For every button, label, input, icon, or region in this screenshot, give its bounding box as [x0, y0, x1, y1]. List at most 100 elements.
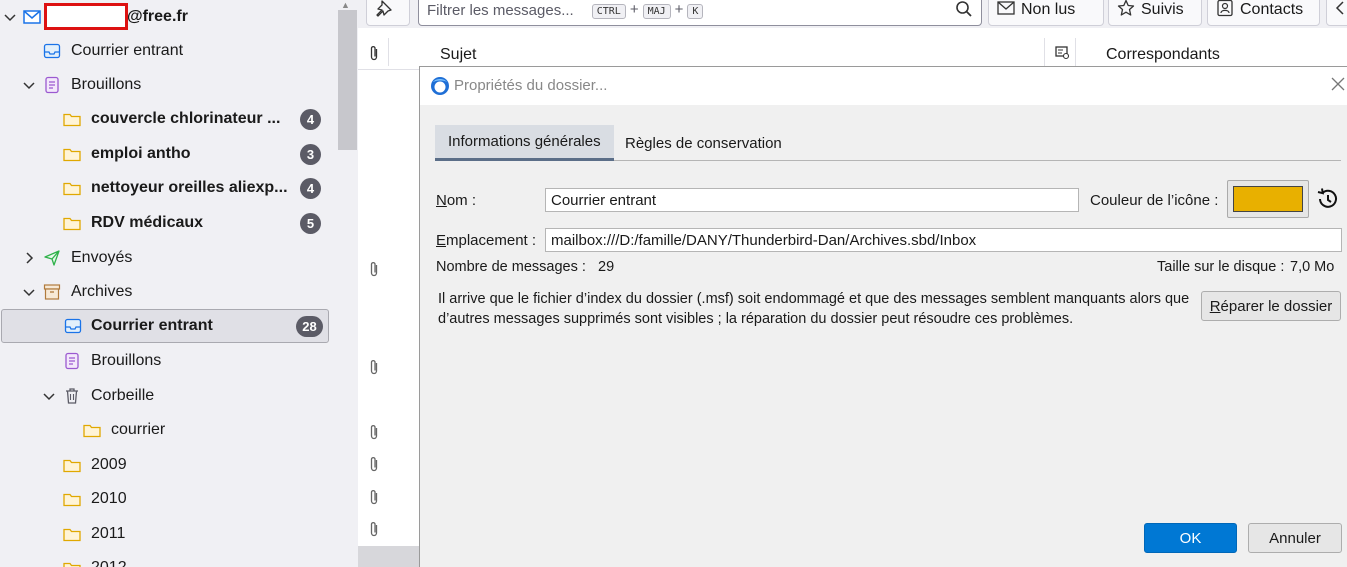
message-count-label: Nombre de messages : [436, 259, 586, 275]
folder-couvercle[interactable]: couvercle chlorinateur ... 4 [0, 102, 336, 136]
folder-icon [62, 213, 82, 233]
scroll-up-arrow-icon[interactable]: ▲ [341, 0, 353, 10]
unread-count-badge: 3 [300, 143, 321, 165]
cancel-button[interactable]: Annuler [1248, 523, 1342, 553]
redaction-box [44, 3, 128, 30]
chevron-down-icon[interactable] [2, 9, 18, 25]
shortcut-hint: CTRL + MAJ + K [588, 1, 708, 19]
read-status-column-icon[interactable] [1054, 44, 1070, 64]
disk-size-value: 7,0 Mo [1290, 259, 1335, 275]
folder-icon [62, 144, 82, 164]
folder-label: emploi antho [91, 145, 191, 162]
folder-label: 2009 [91, 456, 127, 473]
inbox-icon [63, 316, 83, 336]
icon-color-swatch [1233, 186, 1303, 212]
drafts-icon [42, 75, 62, 95]
unread-count-badge: 4 [300, 108, 321, 130]
folder-icon [82, 420, 102, 440]
column-separator[interactable] [388, 38, 389, 66]
folder-archives-inbox[interactable]: Courrier entrant 28 [1, 309, 329, 343]
folder-trash[interactable]: Corbeille [0, 379, 336, 413]
archive-icon [42, 282, 62, 302]
close-icon[interactable] [1328, 73, 1347, 97]
scrollbar-thumb[interactable] [338, 10, 357, 150]
trash-icon [62, 386, 82, 406]
attachment-column-icon[interactable] [368, 44, 380, 66]
folder-icon [62, 455, 82, 475]
ok-button[interactable]: OK [1144, 523, 1237, 553]
folder-drafts[interactable]: Brouillons [0, 68, 336, 102]
filter-starred-label: Suivis [1141, 1, 1184, 18]
folder-label: Corbeille [91, 387, 155, 404]
search-icon [955, 0, 973, 22]
folder-label: RDV médicaux [91, 214, 204, 231]
star-icon [1117, 0, 1135, 22]
pin-button[interactable] [366, 0, 410, 26]
horizontal-scrollbar[interactable] [358, 546, 420, 567]
chevron-left-icon [1335, 0, 1345, 20]
folder-label: couvercle chlorinateur ... [91, 110, 281, 127]
repair-folder-button[interactable]: Réparer le dossier [1201, 291, 1341, 321]
folder-label: 2012 [91, 559, 127, 567]
folder-rdv[interactable]: RDV médicaux 5 [0, 206, 336, 240]
folder-icon [62, 109, 82, 129]
folder-courrier[interactable]: courrier [0, 413, 336, 447]
tab-retention-policy[interactable]: Règles de conservation [612, 125, 795, 161]
filter-contacts-button[interactable]: Contacts [1207, 0, 1320, 26]
folder-label: Courrier entrant [71, 42, 184, 59]
icon-color-label: Couleur de l’icône : [1090, 192, 1219, 209]
filter-more-button[interactable] [1326, 0, 1347, 26]
chevron-down-icon[interactable] [21, 284, 37, 300]
column-correspondents[interactable]: Correspondants [1106, 46, 1220, 64]
chevron-right-icon[interactable] [21, 250, 37, 266]
filter-starred-button[interactable]: Suivis [1108, 0, 1202, 26]
kbd-ctrl: CTRL [591, 4, 626, 19]
folder-inbox[interactable]: Courrier entrant [0, 34, 336, 68]
icon-color-button[interactable] [1227, 180, 1309, 218]
folder-sent[interactable]: Envoyés [0, 241, 336, 275]
name-label: Nom : [436, 192, 477, 209]
folder-archives-drafts[interactable]: Brouillons [0, 344, 336, 378]
folder-label: nettoyeur oreilles aliexp... [91, 179, 288, 196]
column-separator[interactable] [1044, 38, 1045, 66]
chevron-down-icon[interactable] [21, 77, 37, 93]
folder-icon [62, 558, 82, 567]
column-separator[interactable] [1075, 38, 1076, 66]
kbd-plus: + [629, 1, 639, 18]
send-icon [42, 248, 62, 268]
folder-2011[interactable]: 2011 [0, 517, 336, 551]
folder-icon [62, 489, 82, 509]
unread-count-badge: 28 [296, 315, 323, 337]
kbd-plus: + [674, 1, 684, 18]
folder-2009[interactable]: 2009 [0, 448, 336, 482]
filter-unread-label: Non lus [1021, 1, 1076, 18]
reset-color-icon[interactable] [1315, 187, 1339, 211]
chevron-down-icon[interactable] [41, 388, 57, 404]
dialog-title: Propriétés du dossier... [454, 77, 608, 94]
filter-contacts-label: Contacts [1240, 1, 1304, 18]
unread-count-badge: 5 [300, 212, 321, 234]
folder-archives[interactable]: Archives [0, 275, 336, 309]
folder-icon [62, 524, 82, 544]
column-subject[interactable]: Sujet [440, 46, 476, 64]
folder-location-input[interactable]: mailbox:///D:/famille/DANY/Thunderbird-D… [545, 228, 1342, 252]
dialog-tabs: Informations générales Règles de conserv… [435, 125, 1341, 161]
folder-2012[interactable]: 2012 [0, 551, 336, 567]
contacts-icon [1216, 0, 1234, 22]
folder-emploi[interactable]: emploi antho 3 [0, 137, 336, 171]
folder-nettoyeur[interactable]: nettoyeur oreilles aliexp... 4 [0, 171, 336, 205]
tab-general-info[interactable]: Informations générales [435, 125, 614, 161]
message-count-value: 29 [598, 259, 615, 275]
disk-size-label: Taille sur le disque : [1157, 259, 1285, 275]
account-email: @free.fr [127, 8, 188, 25]
folder-name-input[interactable]: Courrier entrant [545, 188, 1079, 212]
pin-icon [375, 0, 393, 22]
quick-filter-search[interactable]: Filtrer les messages... CTRL + MAJ + K [418, 0, 982, 26]
folder-label: Brouillons [71, 76, 142, 93]
folder-label: Brouillons [91, 352, 162, 369]
thunderbird-logo-icon [430, 76, 450, 96]
filter-unread-button[interactable]: Non lus [988, 0, 1104, 26]
folder-2010[interactable]: 2010 [0, 482, 336, 516]
folder-icon [62, 178, 82, 198]
folder-pane: @free.fr Courrier entrant Brouillons cou… [0, 0, 358, 567]
